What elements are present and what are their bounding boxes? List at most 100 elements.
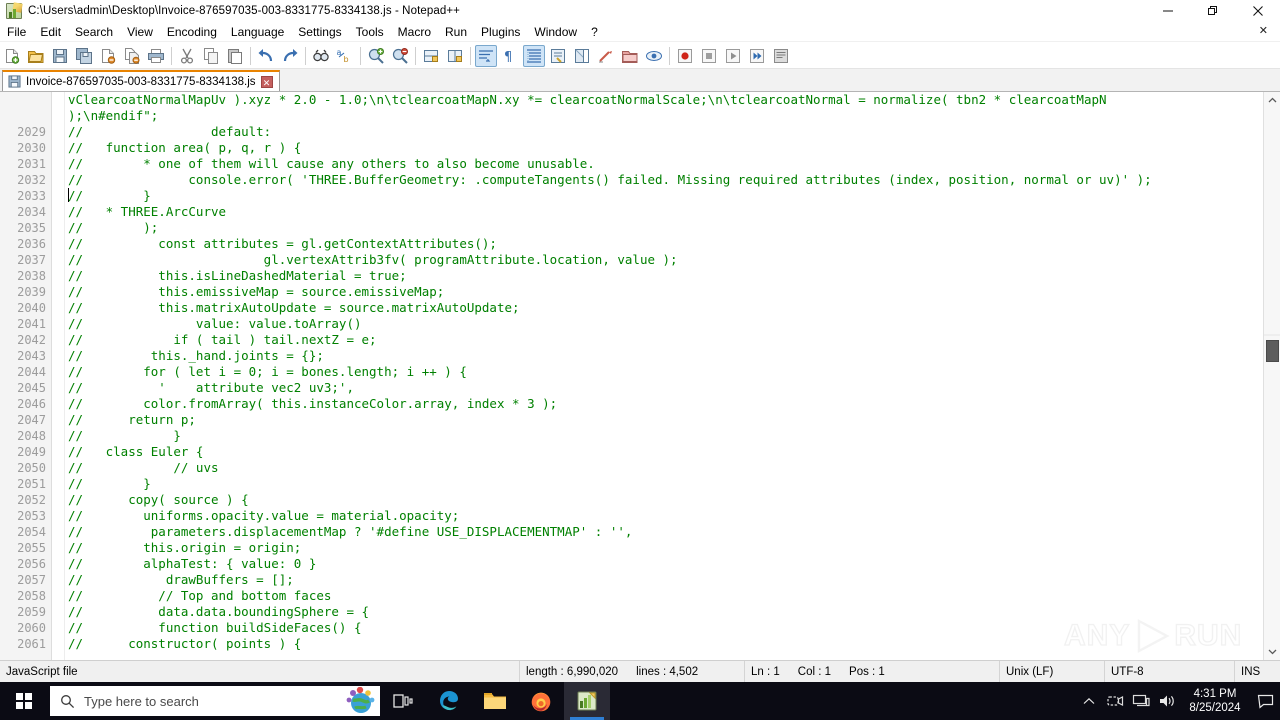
- cut-icon[interactable]: [176, 45, 198, 67]
- menu-item-macro[interactable]: Macro: [391, 23, 438, 41]
- save-icon: [8, 75, 21, 88]
- zoom-in-icon[interactable]: [365, 45, 387, 67]
- menu-item-encoding[interactable]: Encoding: [160, 23, 224, 41]
- code-line: 2060 // function buildSideFaces() {: [0, 620, 1280, 636]
- toolbar-separator: [360, 46, 361, 65]
- scroll-up-arrow-icon[interactable]: [1264, 92, 1280, 109]
- redo-icon[interactable]: [279, 45, 301, 67]
- print-icon[interactable]: [145, 45, 167, 67]
- scrollbar-thumb[interactable]: [1266, 340, 1279, 362]
- line-number: 2045: [17, 381, 46, 395]
- folder-as-workspace-icon[interactable]: [619, 45, 641, 67]
- toolbar-separator: [305, 46, 306, 65]
- svg-text:b: b: [344, 55, 349, 64]
- new-file-icon[interactable]: [1, 45, 23, 67]
- show-all-characters-icon[interactable]: ¶: [499, 45, 521, 67]
- code-line-text: vClearcoatNormalMapUv ).xyz * 2.0 - 1.0;…: [68, 92, 1107, 107]
- undo-icon[interactable]: [255, 45, 277, 67]
- code-line-text: // }: [68, 188, 151, 203]
- text-caret: [68, 188, 69, 202]
- taskbar-search-box[interactable]: Type here to search: [50, 686, 380, 716]
- line-number: 2037: [17, 253, 46, 267]
- status-ln: Ln : 1: [751, 665, 780, 678]
- sync-horizontal-scroll-icon[interactable]: [444, 45, 466, 67]
- menu-item-window[interactable]: Window: [527, 23, 584, 41]
- show-document-map-icon[interactable]: [571, 45, 593, 67]
- taskbar-clock[interactable]: 4:31 PM 8/25/2024: [1180, 687, 1250, 715]
- close-button[interactable]: [1235, 0, 1280, 22]
- vertical-scrollbar[interactable]: [1263, 92, 1280, 660]
- menu-item-help[interactable]: ?: [584, 23, 605, 41]
- code-line: 2044 // for ( let i = 0; i = bones.length…: [0, 364, 1280, 380]
- code-line: 2030 // function area( p, q, r ) {: [0, 140, 1280, 156]
- toolbar-separator: [171, 46, 172, 65]
- chevron-up-icon[interactable]: [1076, 682, 1102, 720]
- microsoft-edge-icon[interactable]: [426, 682, 472, 720]
- save-macro-icon[interactable]: [770, 45, 792, 67]
- volume-icon[interactable]: [1154, 682, 1180, 720]
- stop-macro-icon[interactable]: [698, 45, 720, 67]
- paste-icon[interactable]: [224, 45, 246, 67]
- close-icon[interactable]: ✕: [260, 75, 273, 88]
- code-line: 2052 // copy( source ) {: [0, 492, 1280, 508]
- toolbar-separator: [415, 46, 416, 65]
- code-line: 2047 // return p;: [0, 412, 1280, 428]
- user-defined-dialog-icon[interactable]: [547, 45, 569, 67]
- close-document-icon[interactable]: ✕: [1259, 24, 1268, 37]
- screen-recorder-icon[interactable]: [1102, 682, 1128, 720]
- start-button[interactable]: [0, 682, 48, 720]
- search-icon: [50, 694, 84, 709]
- code-line-text: // }: [68, 476, 151, 491]
- word-wrap-icon[interactable]: [475, 44, 497, 67]
- code-editor[interactable]: vClearcoatNormalMapUv ).xyz * 2.0 - 1.0;…: [0, 92, 1280, 660]
- tab-invoice-js[interactable]: Invoice-876597035-003-8331775-8334138.js…: [2, 70, 280, 91]
- save-icon[interactable]: [49, 45, 71, 67]
- menu-item-language[interactable]: Language: [224, 23, 291, 41]
- line-number: 2031: [17, 157, 46, 171]
- menu-item-run[interactable]: Run: [438, 23, 474, 41]
- menu-item-plugins[interactable]: Plugins: [474, 23, 527, 41]
- function-list-icon[interactable]: [595, 45, 617, 67]
- window-title: C:\Users\admin\Desktop\Invoice-876597035…: [28, 5, 460, 17]
- code-line-text: // this.origin = origin;: [68, 540, 302, 555]
- code-line-text: // console.error( 'THREE.BufferGeometry:…: [68, 172, 1152, 187]
- task-view-icon[interactable]: [380, 682, 426, 720]
- close-all-files-icon[interactable]: [121, 45, 143, 67]
- run-macro-multiple-icon[interactable]: [746, 45, 768, 67]
- menu-item-edit[interactable]: Edit: [33, 23, 68, 41]
- record-macro-icon[interactable]: [674, 45, 696, 67]
- restore-button[interactable]: [1190, 0, 1235, 22]
- close-file-icon[interactable]: [97, 45, 119, 67]
- replace-icon[interactable]: a b: [334, 45, 356, 67]
- line-number: 2046: [17, 397, 46, 411]
- play-macro-icon[interactable]: [722, 45, 744, 67]
- code-line: 2059 // data.data.boundingSphere = {: [0, 604, 1280, 620]
- save-all-icon[interactable]: [73, 45, 95, 67]
- code-text-area[interactable]: vClearcoatNormalMapUv ).xyz * 2.0 - 1.0;…: [0, 92, 1280, 652]
- taskbar-item-notepad-plus-plus[interactable]: [564, 682, 610, 720]
- menu-item-file[interactable]: File: [0, 23, 33, 41]
- menu-item-settings[interactable]: Settings: [291, 23, 348, 41]
- menu-item-view[interactable]: View: [120, 23, 160, 41]
- zoom-out-icon[interactable]: [389, 45, 411, 67]
- firefox-icon[interactable]: [518, 682, 564, 720]
- minimize-button[interactable]: [1145, 0, 1190, 22]
- indent-guide-icon[interactable]: [523, 44, 545, 67]
- sync-vertical-scroll-icon[interactable]: [420, 45, 442, 67]
- scroll-down-arrow-icon[interactable]: [1264, 643, 1280, 660]
- open-file-icon[interactable]: [25, 45, 47, 67]
- copy-icon[interactable]: [200, 45, 222, 67]
- line-number: 2042: [17, 333, 46, 347]
- network-icon[interactable]: [1128, 682, 1154, 720]
- find-icon[interactable]: [310, 45, 332, 67]
- menu-item-search[interactable]: Search: [68, 23, 120, 41]
- line-number: 2038: [17, 269, 46, 283]
- monitoring-icon[interactable]: [643, 45, 665, 67]
- menu-item-tools[interactable]: Tools: [349, 23, 391, 41]
- file-explorer-icon[interactable]: [472, 682, 518, 720]
- code-line-text: // );: [68, 220, 159, 235]
- status-file-type: JavaScript file: [0, 660, 520, 683]
- toolbar-separator: [250, 46, 251, 65]
- search-placeholder: Type here to search: [84, 693, 199, 709]
- notification-icon[interactable]: [1250, 682, 1280, 720]
